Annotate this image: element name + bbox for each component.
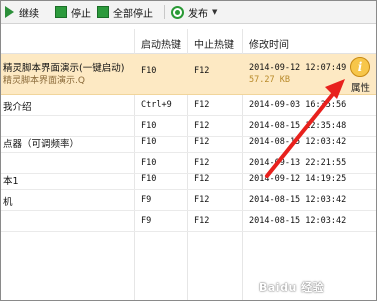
modified-time: 2014-09-12 12:07:49 [249,63,347,73]
stop-all-button[interactable]: 全部停止 [97,4,153,20]
table-row[interactable]: F9 F12 2014-08-15 12:03:42 [1,211,376,232]
file-size: 57.27 KB [249,75,290,85]
modified-time: 2014-09-13 22:21:55 [249,158,347,168]
modified-time: 2014-09-12 14:19:25 [249,174,347,184]
table-header: 启动热键 中止热键 修改时间 [1,31,376,54]
watermark: Baidu 经验 [259,281,325,294]
modified-time: 2014-08-15 12:03:42 [249,216,347,226]
modified-time: 2014-08-15 12:03:42 [249,137,347,147]
script-name: 本1 [3,176,19,187]
publish-label: 发布 [188,8,208,20]
stop-hotkey: F12 [194,137,210,147]
modified-time: 2014-08-15 12:03:42 [249,195,347,205]
properties-button[interactable]: i 属性 [346,54,376,94]
table-row[interactable]: 我介绍 Ctrl+9 F12 2014-09-03 16:35:56 [1,95,376,116]
info-icon: i [350,57,370,77]
start-hotkey: F9 [141,195,152,205]
stop-all-icon [97,6,109,18]
stop-hotkey: F12 [194,158,210,168]
column-stop-hotkey[interactable]: 中止热键 [194,36,234,51]
continue-label: 继续 [19,8,39,20]
table-row-selected[interactable]: 精灵脚本界面演示(一键启动) 精灵脚本界面演示.Q F10 F12 2014-0… [1,54,376,95]
script-name: 精灵脚本界面演示(一键启动) [3,63,125,74]
publish-icon [171,5,184,19]
play-icon [5,6,14,18]
start-hotkey: F10 [141,137,157,147]
stop-hotkey: F12 [194,174,210,184]
script-name: 机 [3,197,13,208]
stop-all-label: 全部停止 [113,8,153,20]
stop-hotkey: F12 [194,121,210,131]
start-hotkey: F10 [141,121,157,131]
stop-hotkey: F12 [194,216,210,226]
script-file: 精灵脚本界面演示.Q [3,76,85,86]
stop-icon [55,6,67,18]
start-hotkey: F10 [141,66,157,76]
start-hotkey: Ctrl+9 [141,100,172,110]
table-row[interactable]: 本1 F10 F12 2014-09-12 14:19:25 [1,169,376,190]
continue-button[interactable]: 继续 [5,4,39,20]
table-row[interactable]: 点器（可调频率） F10 F12 2014-08-15 12:03:42 [1,132,376,153]
start-hotkey: F10 [141,174,157,184]
script-name: 我介绍 [3,102,32,113]
column-start-hotkey[interactable]: 启动热键 [141,36,181,51]
chevron-down-icon: ▼ [212,8,218,16]
publish-button[interactable]: 发布 ▼ [171,4,217,20]
modified-time: 2014-08-15 12:35:48 [249,121,347,131]
stop-hotkey: F12 [194,100,210,110]
toolbar-separator [164,5,165,19]
table-row[interactable]: 机 F9 F12 2014-08-15 12:03:42 [1,190,376,211]
modified-time: 2014-09-03 16:35:56 [249,100,347,110]
stop-label: 停止 [71,8,91,20]
start-hotkey: F9 [141,216,152,226]
stop-hotkey: F12 [194,195,210,205]
start-hotkey: F10 [141,158,157,168]
column-modified-time[interactable]: 修改时间 [249,36,289,51]
stop-button[interactable]: 停止 [55,4,91,20]
toolbar: 继续 停止 全部停止 发布 ▼ [1,1,376,24]
stop-hotkey: F12 [194,66,210,76]
properties-label: 属性 [351,83,371,94]
script-manager-window: 继续 停止 全部停止 发布 ▼ 启动热键 中止热键 修改时间 精灵脚本界面演示(… [0,0,377,301]
script-name: 点器（可调频率） [3,139,80,150]
